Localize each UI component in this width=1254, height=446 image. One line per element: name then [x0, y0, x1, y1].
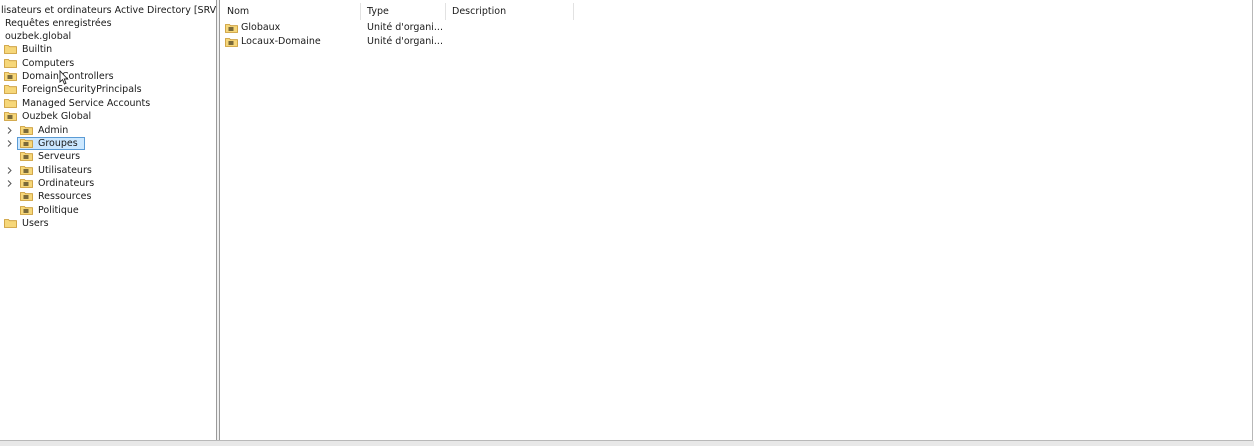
ou-folder-icon — [20, 192, 33, 201]
chevron-right-icon[interactable] — [6, 137, 16, 150]
console-tree[interactable]: lisateurs et ordinateurs Active Director… — [0, 0, 216, 440]
column-header-description[interactable]: Description — [446, 3, 574, 20]
cell-name: Locaux-Domaine — [241, 36, 321, 47]
ou-folder-icon — [225, 38, 238, 47]
ou-folder-icon — [20, 152, 33, 161]
folder-icon — [4, 219, 17, 228]
tree-item-label: Utilisateurs — [38, 165, 92, 176]
chevron-right-icon[interactable] — [6, 177, 16, 190]
tree-item-label: Ouzbek Global — [22, 111, 92, 122]
ou-folder-icon — [20, 206, 33, 215]
tree-item-label: Ordinateurs — [38, 178, 95, 189]
ou-folder-icon — [20, 126, 33, 135]
folder-icon — [4, 45, 17, 54]
window-bottom-border — [0, 441, 1254, 446]
ou-folder-icon — [20, 139, 33, 148]
tree-item-label: Managed Service Accounts — [22, 98, 151, 109]
list-item-globaux[interactable]: Globaux Unité d'organi... — [221, 21, 571, 35]
cell-type: Unité d'organi... — [367, 36, 443, 47]
column-header-nom[interactable]: Nom — [221, 3, 361, 20]
folder-icon — [4, 85, 17, 94]
tree-root-label: lisateurs et ordinateurs Active Director… — [1, 5, 216, 16]
ou-folder-icon — [20, 166, 33, 175]
cell-name: Globaux — [241, 22, 281, 33]
saved-queries-label: Requêtes enregistrées — [5, 18, 112, 29]
ou-folder-icon — [4, 72, 17, 81]
ou-folder-icon — [225, 24, 238, 33]
tree-item-label: Admin — [38, 125, 69, 136]
tree-item-label: ForeignSecurityPrincipals — [22, 84, 142, 95]
chevron-right-icon[interactable] — [6, 124, 16, 137]
tree-item-label: Politique — [38, 205, 79, 216]
pane-splitter[interactable] — [216, 0, 220, 440]
domain-label: ouzbek.global — [5, 31, 72, 42]
column-header-row: Nom Type Description — [221, 3, 576, 20]
folder-icon — [4, 99, 17, 108]
mouse-cursor-icon — [59, 70, 69, 85]
tree-item-label: Groupes — [38, 138, 78, 149]
tree-item-label: Builtin — [22, 44, 53, 55]
list-item-locaux-domaine[interactable]: Locaux-Domaine Unité d'organi... — [221, 35, 571, 49]
folder-icon — [4, 59, 17, 68]
cell-type: Unité d'organi... — [367, 22, 443, 33]
column-header-type[interactable]: Type — [361, 3, 446, 20]
ou-folder-icon — [20, 179, 33, 188]
tree-item-label: Computers — [22, 58, 75, 69]
tree-item-label: Serveurs — [38, 151, 81, 162]
tree-item-label: Users — [22, 218, 49, 229]
details-list-view[interactable]: Nom Type Description Globaux Unité d'org… — [221, 0, 1252, 440]
chevron-right-icon[interactable] — [6, 164, 16, 177]
ou-folder-icon — [4, 112, 17, 121]
tree-item-label: Ressources — [38, 191, 92, 202]
